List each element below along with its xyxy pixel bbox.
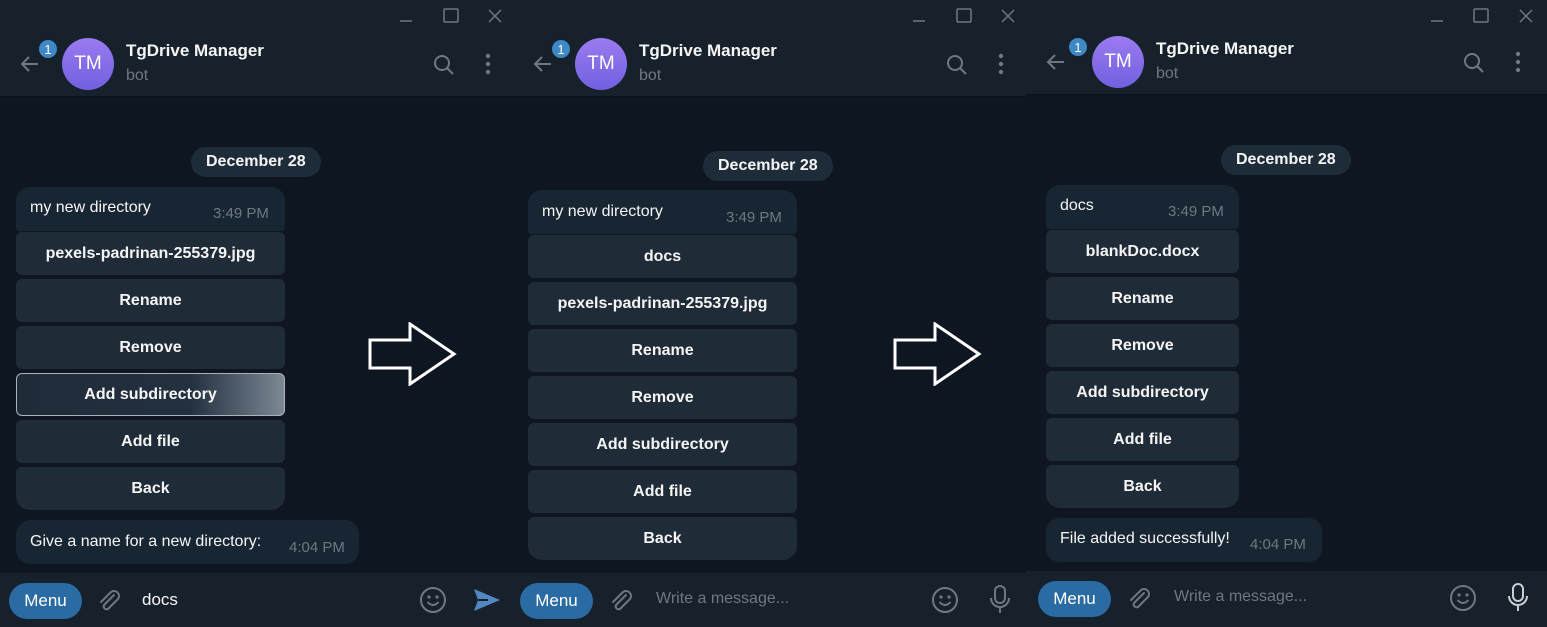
date-separator: December 28 [1221, 145, 1351, 175]
close-icon[interactable] [485, 6, 505, 26]
reply-time: 4:04 PM [1250, 536, 1306, 553]
window-titlebar [1026, 0, 1547, 32]
unread-badge: 1 [1067, 36, 1089, 58]
inline-button-rename[interactable]: Rename [528, 329, 797, 372]
message-time: 3:49 PM [1168, 203, 1224, 220]
chat-title[interactable]: TgDrive Manager [126, 41, 264, 61]
more-vertical-icon[interactable] [1513, 50, 1523, 79]
reply-text: Give a name for a new directory: [30, 533, 262, 550]
message-input[interactable]: docs [142, 590, 178, 610]
reply-text: File added successfully! [1060, 530, 1230, 547]
back-arrow-icon[interactable] [1044, 50, 1068, 79]
microphone-icon[interactable] [988, 584, 1012, 621]
chat-title[interactable]: TgDrive Manager [1156, 39, 1294, 59]
maximize-icon[interactable] [954, 6, 974, 26]
inline-button-add-file[interactable]: Add file [16, 420, 285, 463]
chat-header: TM 1 TgDrive Manager bot [513, 32, 1026, 97]
message-composer: Menu Write a message... [1026, 571, 1547, 627]
date-separator: December 28 [191, 147, 321, 177]
avatar[interactable]: TM [62, 38, 114, 90]
more-vertical-icon[interactable] [483, 52, 493, 81]
message-text: docs [1060, 197, 1094, 214]
chat-window-3: TM 1 TgDrive Manager bot December 28 doc… [1026, 0, 1547, 627]
right-arrow-icon [368, 321, 458, 391]
message-bubble: my new directory 3:49 PM [528, 190, 797, 234]
message-bubble: my new directory 3:49 PM [16, 187, 285, 231]
search-icon[interactable] [433, 54, 455, 81]
avatar[interactable]: TM [1092, 36, 1144, 88]
inline-button-back[interactable]: Back [528, 517, 797, 560]
date-separator: December 28 [703, 151, 833, 181]
inline-button-file[interactable]: blankDoc.docx [1046, 230, 1239, 273]
message-input[interactable]: Write a message... [656, 590, 789, 608]
paperclip-icon[interactable] [607, 587, 635, 620]
minimize-icon[interactable] [396, 6, 416, 26]
close-icon[interactable] [1516, 6, 1536, 26]
chat-status: bot [126, 67, 149, 84]
search-icon[interactable] [1463, 52, 1485, 79]
message-composer: Menu Write a message... [513, 573, 1026, 627]
chat-status: bot [639, 67, 662, 84]
chat-window-2: TM 1 TgDrive Manager bot December 28 my … [513, 0, 1026, 627]
inline-button-file[interactable]: pexels-padrinan-255379.jpg [528, 282, 797, 325]
inline-button-add-subdirectory[interactable]: Add subdirectory [16, 373, 285, 416]
inline-button-add-file[interactable]: Add file [528, 470, 797, 513]
inline-button-remove[interactable]: Remove [16, 326, 285, 369]
inline-button-rename[interactable]: Rename [16, 279, 285, 322]
chat-status: bot [1156, 65, 1179, 82]
emoji-icon[interactable] [931, 586, 959, 619]
inline-button-remove[interactable]: Remove [528, 376, 797, 419]
back-arrow-icon[interactable] [531, 52, 555, 81]
emoji-icon[interactable] [1449, 584, 1477, 617]
window-titlebar [0, 0, 513, 32]
chat-header: TM 1 TgDrive Manager bot [0, 32, 513, 97]
chat-header: TM 1 TgDrive Manager bot [1026, 30, 1547, 95]
emoji-icon[interactable] [419, 586, 447, 619]
right-arrow-icon [893, 321, 983, 391]
unread-badge: 1 [550, 38, 572, 60]
back-arrow-icon[interactable] [18, 52, 42, 81]
message-time: 3:49 PM [726, 209, 782, 226]
menu-button[interactable]: Menu [520, 583, 593, 619]
avatar[interactable]: TM [575, 38, 627, 90]
inline-button-add-file[interactable]: Add file [1046, 418, 1239, 461]
reply-bubble: Give a name for a new directory: 4:04 PM [16, 520, 359, 564]
inline-button-folder[interactable]: docs [528, 235, 797, 278]
message-text: my new directory [542, 203, 663, 220]
maximize-icon[interactable] [1471, 6, 1491, 26]
inline-button-back[interactable]: Back [1046, 465, 1239, 508]
more-vertical-icon[interactable] [996, 52, 1006, 81]
inline-button-add-subdirectory[interactable]: Add subdirectory [528, 423, 797, 466]
message-time: 3:49 PM [213, 205, 269, 222]
menu-button[interactable]: Menu [1038, 581, 1111, 617]
inline-button-file[interactable]: pexels-padrinan-255379.jpg [16, 232, 285, 275]
search-icon[interactable] [946, 54, 968, 81]
message-composer: Menu docs [0, 573, 513, 627]
close-icon[interactable] [998, 6, 1018, 26]
maximize-icon[interactable] [441, 6, 461, 26]
paperclip-icon[interactable] [95, 587, 123, 620]
send-icon[interactable] [472, 586, 502, 619]
reply-bubble: File added successfully! 4:04 PM [1046, 518, 1322, 562]
message-bubble: docs 3:49 PM [1046, 185, 1239, 229]
chat-title[interactable]: TgDrive Manager [639, 41, 777, 61]
reply-time: 4:04 PM [289, 539, 345, 556]
window-titlebar [513, 0, 1026, 32]
inline-button-back[interactable]: Back [16, 467, 285, 510]
chat-window-1: TM 1 TgDrive Manager bot December 28 my … [0, 0, 513, 627]
menu-button[interactable]: Menu [9, 583, 82, 619]
message-text: my new directory [30, 199, 151, 216]
paperclip-icon[interactable] [1125, 585, 1153, 618]
minimize-icon[interactable] [909, 6, 929, 26]
minimize-icon[interactable] [1427, 6, 1447, 26]
message-input[interactable]: Write a message... [1174, 588, 1307, 606]
inline-button-remove[interactable]: Remove [1046, 324, 1239, 367]
microphone-icon[interactable] [1506, 582, 1530, 619]
inline-button-add-subdirectory[interactable]: Add subdirectory [1046, 371, 1239, 414]
inline-button-rename[interactable]: Rename [1046, 277, 1239, 320]
unread-badge: 1 [37, 38, 59, 60]
